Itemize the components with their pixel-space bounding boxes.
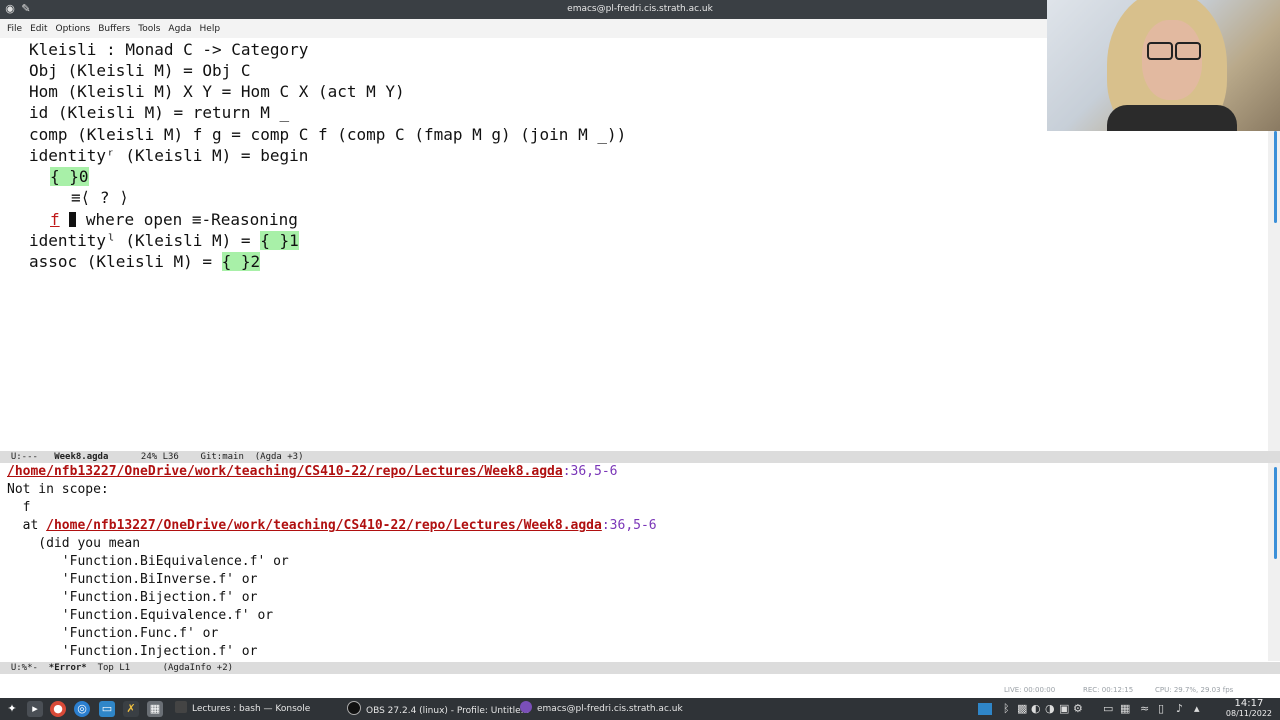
editor-scrollbar[interactable] <box>1268 131 1280 451</box>
sync-icon[interactable]: ◑ <box>1045 701 1055 717</box>
task-label: emacs@pl-fredri.cis.strath.ac.uk <box>537 704 683 714</box>
echo-area[interactable] <box>0 674 1280 685</box>
code-line: assoc (Kleisli M) = { }2 <box>29 251 261 272</box>
chrome-icon[interactable]: ● <box>50 701 66 717</box>
mode-line-top[interactable]: U:--- Week8.agda 24% L36 Git:main (Agda … <box>0 451 1280 463</box>
info-fragment: at <box>7 518 47 533</box>
files-icon[interactable]: ▦ <box>147 701 163 717</box>
task-obs[interactable]: OBS 27.2.4 (linux) - Profile: Untitle... <box>347 701 529 717</box>
code-fragment: where open ≡-Reasoning <box>76 210 298 229</box>
obs-icon <box>347 701 361 715</box>
code-line: Kleisli : Monad C -> Category <box>29 40 309 59</box>
info-scroll-thumb[interactable] <box>1274 467 1277 559</box>
task-emacs[interactable]: emacs@pl-fredri.cis.strath.ac.uk <box>520 701 683 717</box>
info-line: 'Function.BiEquivalence.f' or <box>7 554 289 569</box>
code-line: ≡⟨ ? ⟩ <box>71 188 129 207</box>
menu-buffers[interactable]: Buffers <box>98 24 130 34</box>
code-line: id (Kleisli M) = return M _ <box>29 103 290 122</box>
goal-hole-0[interactable]: { }0 <box>50 167 89 186</box>
menu-options[interactable]: Options <box>56 24 91 34</box>
info-line: (did you mean <box>7 536 141 551</box>
error-position-2: :36,5-6 <box>601 518 657 533</box>
code-line: f where open ≡-Reasoning <box>50 209 298 230</box>
goal-hole-1[interactable]: { }1 <box>260 231 299 250</box>
webcam-face <box>1142 20 1202 100</box>
menu-help[interactable]: Help <box>200 24 221 34</box>
terminal-icon[interactable]: ▸ <box>27 701 43 717</box>
major-mode[interactable]: (AgdaInfo +2) <box>163 663 233 673</box>
code-line: Obj (Kleisli M) = Obj C <box>29 61 251 80</box>
error-location: /home/nfb13227/OneDrive/work/teaching/CS… <box>7 463 618 481</box>
info-line: 'Function.Bijection.f' or <box>7 590 258 605</box>
tray-expand-icon[interactable]: ▴ <box>1194 701 1200 717</box>
app-launcher-icon[interactable]: ✦ <box>4 701 20 717</box>
code-fragment: assoc (Kleisli M) = <box>29 252 222 271</box>
error-file-link-2[interactable]: /home/nfb13227/OneDrive/work/teaching/CS… <box>46 518 602 533</box>
info-line: 'Function.BiInverse.f' or <box>7 572 258 587</box>
error-file-link[interactable]: /home/nfb13227/OneDrive/work/teaching/CS… <box>7 464 563 479</box>
clock-date: 08/11/2022 <box>1225 709 1272 718</box>
buffer-position: Top L1 <box>97 663 131 673</box>
code-line: identityˡ (Kleisli M) = { }1 <box>29 230 299 251</box>
webcam-glasses <box>1175 42 1201 60</box>
webcam-shirt <box>1107 105 1237 131</box>
buffer-state: U:%*- <box>10 663 38 673</box>
buffer-name[interactable]: Week8.agda <box>54 452 108 462</box>
editor-icon[interactable]: ✗ <box>123 701 139 717</box>
info-scrollbar[interactable] <box>1268 463 1280 661</box>
info-line: f <box>7 500 31 515</box>
code-line: { }0 <box>50 166 89 187</box>
major-mode[interactable]: (Agda +3) <box>255 452 304 462</box>
audio-icon[interactable]: ◐ <box>1031 701 1041 717</box>
desktop-pager-icon[interactable] <box>978 703 992 715</box>
mode-line-bottom[interactable]: U:%*- *Error* Top L1 (AgdaInfo +2) <box>0 662 1280 674</box>
settings-icon[interactable]: ⚙ <box>1073 701 1083 717</box>
obs-cpu-status: CPU: 29.7%, 29.03 fps <box>1155 686 1234 694</box>
flag-uk-icon[interactable]: ▩ <box>1017 701 1027 717</box>
code-fragment: identityˡ (Kleisli M) = <box>29 231 261 250</box>
network-icon[interactable]: ▣ <box>1059 701 1069 717</box>
menu-agda[interactable]: Agda <box>168 24 191 34</box>
buffer-state: U:--- <box>10 452 38 462</box>
system-clock[interactable]: 14:17 08/11/2022 <box>1226 699 1272 719</box>
menu-edit[interactable]: Edit <box>30 24 47 34</box>
task-konsole[interactable]: Lectures : bash — Konsole <box>175 701 310 717</box>
git-branch[interactable]: Git:main <box>201 452 244 462</box>
info-line: 'Function.Injection.f' or <box>7 644 258 659</box>
obs-rec-status: REC: 00:12:15 <box>1083 686 1134 694</box>
task-label: Lectures : bash — Konsole <box>192 704 311 714</box>
menu-file[interactable]: File <box>7 24 22 34</box>
bluetooth-icon[interactable]: ᛒ <box>1003 701 1010 717</box>
code-line: comp (Kleisli M) f g = comp C f (comp C … <box>29 125 627 144</box>
goal-hole-2[interactable]: { }2 <box>221 252 261 271</box>
battery-icon[interactable]: ▯ <box>1158 701 1164 717</box>
webcam-overlay <box>1047 0 1280 131</box>
task-label: OBS 27.2.4 (linux) - Profile: Untitle... <box>366 706 530 716</box>
clock-time: 14:17 <box>1234 698 1264 709</box>
menu-tools[interactable]: Tools <box>138 24 160 34</box>
keyboard-flag-icon[interactable]: ▦ <box>1120 701 1130 717</box>
volume-icon[interactable]: ♪ <box>1176 701 1183 717</box>
info-line: 'Function.Equivalence.f' or <box>7 608 274 623</box>
error-position: :36,5-6 <box>562 464 618 479</box>
info-line: at /home/nfb13227/OneDrive/work/teaching… <box>7 517 657 535</box>
info-line: 'Function.Func.f' or <box>7 626 219 641</box>
browser-icon[interactable]: ◎ <box>74 701 90 717</box>
agda-info-buffer[interactable]: /home/nfb13227/OneDrive/work/teaching/CS… <box>0 463 1268 661</box>
taskbar: ✦ ▸ ● ◎ ▭ ✗ ▦ Lectures : bash — Konsole … <box>0 698 1280 720</box>
editor-scroll-thumb[interactable] <box>1274 131 1277 223</box>
info-line: Not in scope: <box>7 482 109 497</box>
error-identifier[interactable]: f <box>50 210 60 229</box>
code-line: identityʳ (Kleisli M) = begin <box>29 146 309 165</box>
buffer-position: 24% L36 <box>140 452 179 462</box>
obs-live-status: LIVE: 00:00:00 <box>1004 686 1056 694</box>
webcam-glasses <box>1147 42 1173 60</box>
buffer-name[interactable]: *Error* <box>49 663 87 673</box>
wifi-icon[interactable]: ≈ <box>1140 701 1149 717</box>
folder-icon[interactable]: ▭ <box>99 701 115 717</box>
display-icon[interactable]: ▭ <box>1103 701 1113 717</box>
code-line: Hom (Kleisli M) X Y = Hom C X (act M Y) <box>29 82 405 101</box>
konsole-icon <box>175 701 187 713</box>
emacs-icon <box>520 701 532 713</box>
